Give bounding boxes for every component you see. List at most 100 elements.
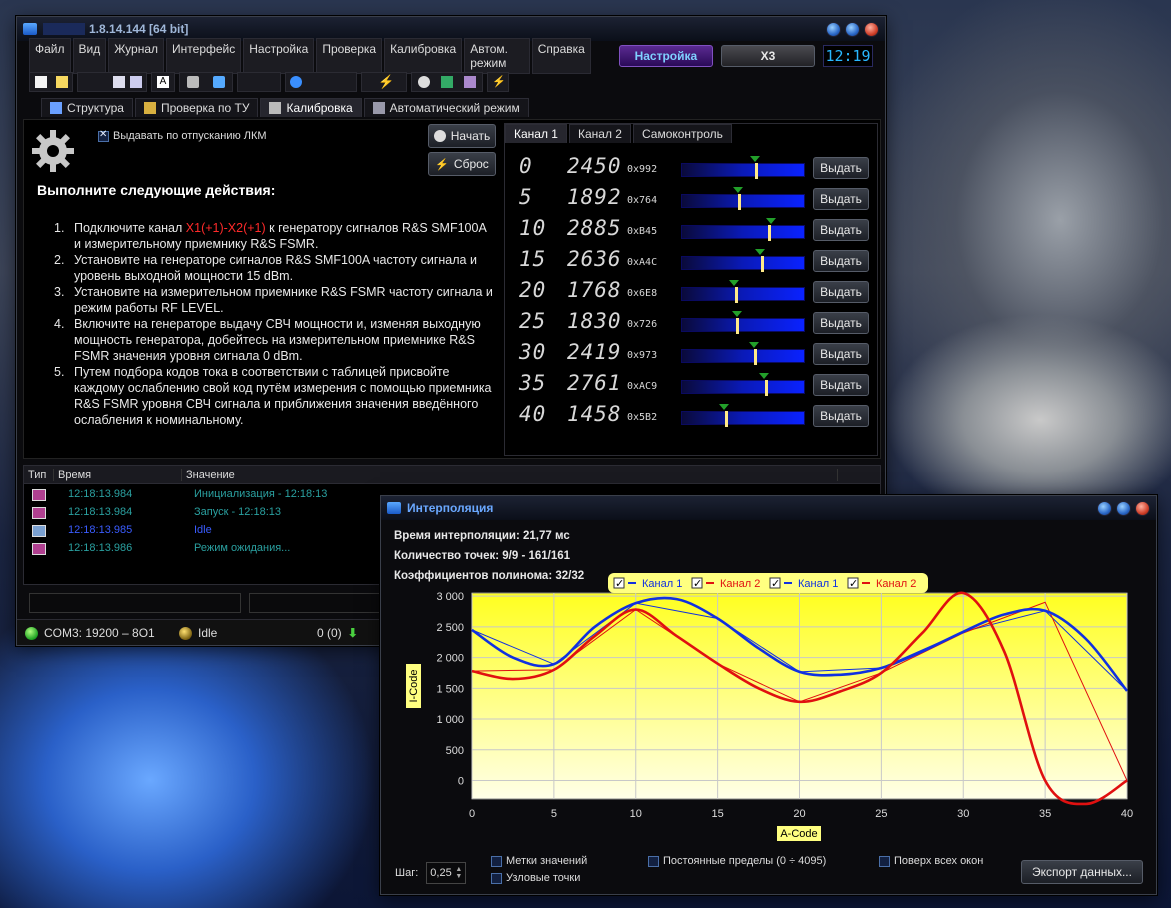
- x3-button[interactable]: X3: [720, 45, 816, 67]
- flash-icon[interactable]: ⚡: [492, 76, 506, 88]
- code-slider[interactable]: [681, 249, 805, 272]
- reset-button[interactable]: ⚡ Сброс: [428, 152, 496, 176]
- tab-structure[interactable]: Структура: [41, 98, 133, 117]
- issue-button[interactable]: Выдать: [813, 374, 869, 396]
- issue-button[interactable]: Выдать: [813, 250, 869, 272]
- tab-label: Проверка по ТУ: [160, 101, 250, 115]
- slider-knob[interactable]: [736, 318, 740, 334]
- tab-selfcheck[interactable]: Самоконтроль: [632, 124, 732, 143]
- menu-item[interactable]: Настройка: [243, 38, 315, 74]
- release-checkbox[interactable]: [98, 129, 109, 142]
- log-col-time[interactable]: Время: [54, 468, 182, 481]
- ontop-checkbox[interactable]: [879, 855, 890, 867]
- slider-knob[interactable]: [768, 225, 772, 241]
- log-col-value[interactable]: Значение: [182, 468, 838, 481]
- code-value: 1768: [567, 278, 622, 302]
- log-time: 12:18:13.984: [68, 488, 133, 500]
- issue-button[interactable]: Выдать: [813, 405, 869, 427]
- font-icon[interactable]: A: [157, 76, 169, 88]
- tab-check[interactable]: Проверка по ТУ: [134, 98, 259, 117]
- slider-knob[interactable]: [755, 163, 759, 179]
- play-icon[interactable]: [290, 76, 302, 88]
- log-col-type[interactable]: Тип: [24, 468, 54, 481]
- x-tick-label: 30: [957, 808, 969, 820]
- interp-app-icon: [387, 502, 401, 514]
- input-field-1[interactable]: [29, 593, 241, 613]
- code-slider[interactable]: [681, 156, 805, 179]
- tab-auto[interactable]: Автоматический режим: [363, 98, 529, 117]
- new-file-icon[interactable]: [34, 76, 47, 88]
- interp-titlebar[interactable]: Интерполяция: [381, 496, 1156, 520]
- minimize-button[interactable]: [826, 21, 841, 37]
- open-file-icon[interactable]: [55, 76, 68, 88]
- menu-item[interactable]: Вид: [72, 38, 107, 74]
- limits-checkbox[interactable]: [648, 855, 659, 867]
- menu-item[interactable]: Интерфейс: [166, 38, 242, 74]
- labels-check-row: Метки значений: [491, 855, 587, 867]
- tb-group-file: [29, 72, 73, 92]
- code-slider[interactable]: [681, 187, 805, 210]
- plug-icon[interactable]: [213, 76, 225, 88]
- interp-maximize-button[interactable]: [1116, 500, 1131, 516]
- spinner-arrows-icon[interactable]: ▲ ▼: [455, 866, 462, 880]
- tab-channel-1[interactable]: Канал 1: [505, 124, 567, 143]
- interp-minimize-button[interactable]: [1097, 500, 1112, 516]
- slider-knob[interactable]: [754, 349, 758, 365]
- tb-group-measure: [411, 72, 483, 92]
- save-icon[interactable]: [130, 76, 142, 88]
- document-icon[interactable]: [113, 76, 125, 88]
- issue-button[interactable]: Выдать: [813, 157, 869, 179]
- menu-item[interactable]: Калибровка: [384, 38, 463, 74]
- code-slider[interactable]: [681, 373, 805, 396]
- start-button[interactable]: Начать: [428, 124, 496, 148]
- mode-button[interactable]: Настройка: [618, 45, 713, 67]
- chart-icon[interactable]: [440, 76, 453, 88]
- menu-item[interactable]: Автом. режим: [464, 38, 530, 74]
- legend-label: Канал 1: [798, 578, 838, 590]
- tab-calibration[interactable]: Калибровка: [260, 98, 362, 117]
- menu-item[interactable]: Файл: [29, 38, 71, 74]
- gear-icon: [32, 525, 46, 537]
- export-button[interactable]: Экспорт данных...: [1021, 860, 1143, 884]
- meter-icon[interactable]: [417, 76, 430, 88]
- nodes-checkbox[interactable]: [491, 872, 502, 884]
- hex-value: 0xAC9: [627, 381, 658, 392]
- code-slider[interactable]: [681, 311, 805, 334]
- target-marker-icon: [758, 373, 769, 379]
- nodes-check-row: Узловые точки: [491, 872, 580, 884]
- close-button[interactable]: [864, 21, 879, 37]
- slider-knob[interactable]: [734, 287, 738, 303]
- slider-knob[interactable]: [764, 380, 768, 396]
- target-marker-icon: [750, 156, 761, 162]
- code-slider[interactable]: [681, 280, 805, 303]
- labels-checkbox[interactable]: [491, 855, 502, 867]
- slider-knob[interactable]: [725, 411, 729, 427]
- code-slider[interactable]: [681, 218, 805, 241]
- interp-close-button[interactable]: [1135, 500, 1150, 516]
- panel-icon[interactable]: [464, 76, 477, 88]
- maximize-button[interactable]: [845, 21, 860, 37]
- issue-button[interactable]: Выдать: [813, 219, 869, 241]
- connector-icon[interactable]: [187, 76, 199, 88]
- interp-chart: 0 5 10 15 20 25 30 35 40 0 500 1 000 1 500 2 000 2 500…: [406, 573, 1133, 841]
- menu-item[interactable]: Журнал: [108, 38, 165, 74]
- issue-button[interactable]: Выдать: [813, 312, 869, 334]
- channel-row: 35 2761 0xAC9 Выдать: [505, 371, 875, 397]
- slider-knob[interactable]: [760, 256, 764, 272]
- lightning-icon[interactable]: ⚡: [378, 75, 394, 88]
- interp-title: Интерполяция: [407, 501, 494, 515]
- menu-item[interactable]: Справка: [531, 38, 591, 74]
- attenuation-value: 0: [519, 154, 533, 178]
- issue-button[interactable]: Выдать: [813, 188, 869, 210]
- menu-item[interactable]: Проверка: [316, 38, 383, 74]
- issue-button[interactable]: Выдать: [813, 343, 869, 365]
- info-icon: [32, 489, 46, 501]
- tab-channel-2[interactable]: Канал 2: [568, 124, 631, 143]
- instructions-list: 1. Подключите канал X1(+1)-X2(+1) к генер…: [54, 220, 494, 428]
- hex-value: 0x973: [627, 350, 658, 361]
- code-slider[interactable]: [681, 404, 805, 427]
- step-spinner[interactable]: 0,25 ▲ ▼: [426, 862, 467, 884]
- slider-knob[interactable]: [738, 194, 742, 210]
- code-slider[interactable]: [681, 342, 805, 365]
- issue-button[interactable]: Выдать: [813, 281, 869, 303]
